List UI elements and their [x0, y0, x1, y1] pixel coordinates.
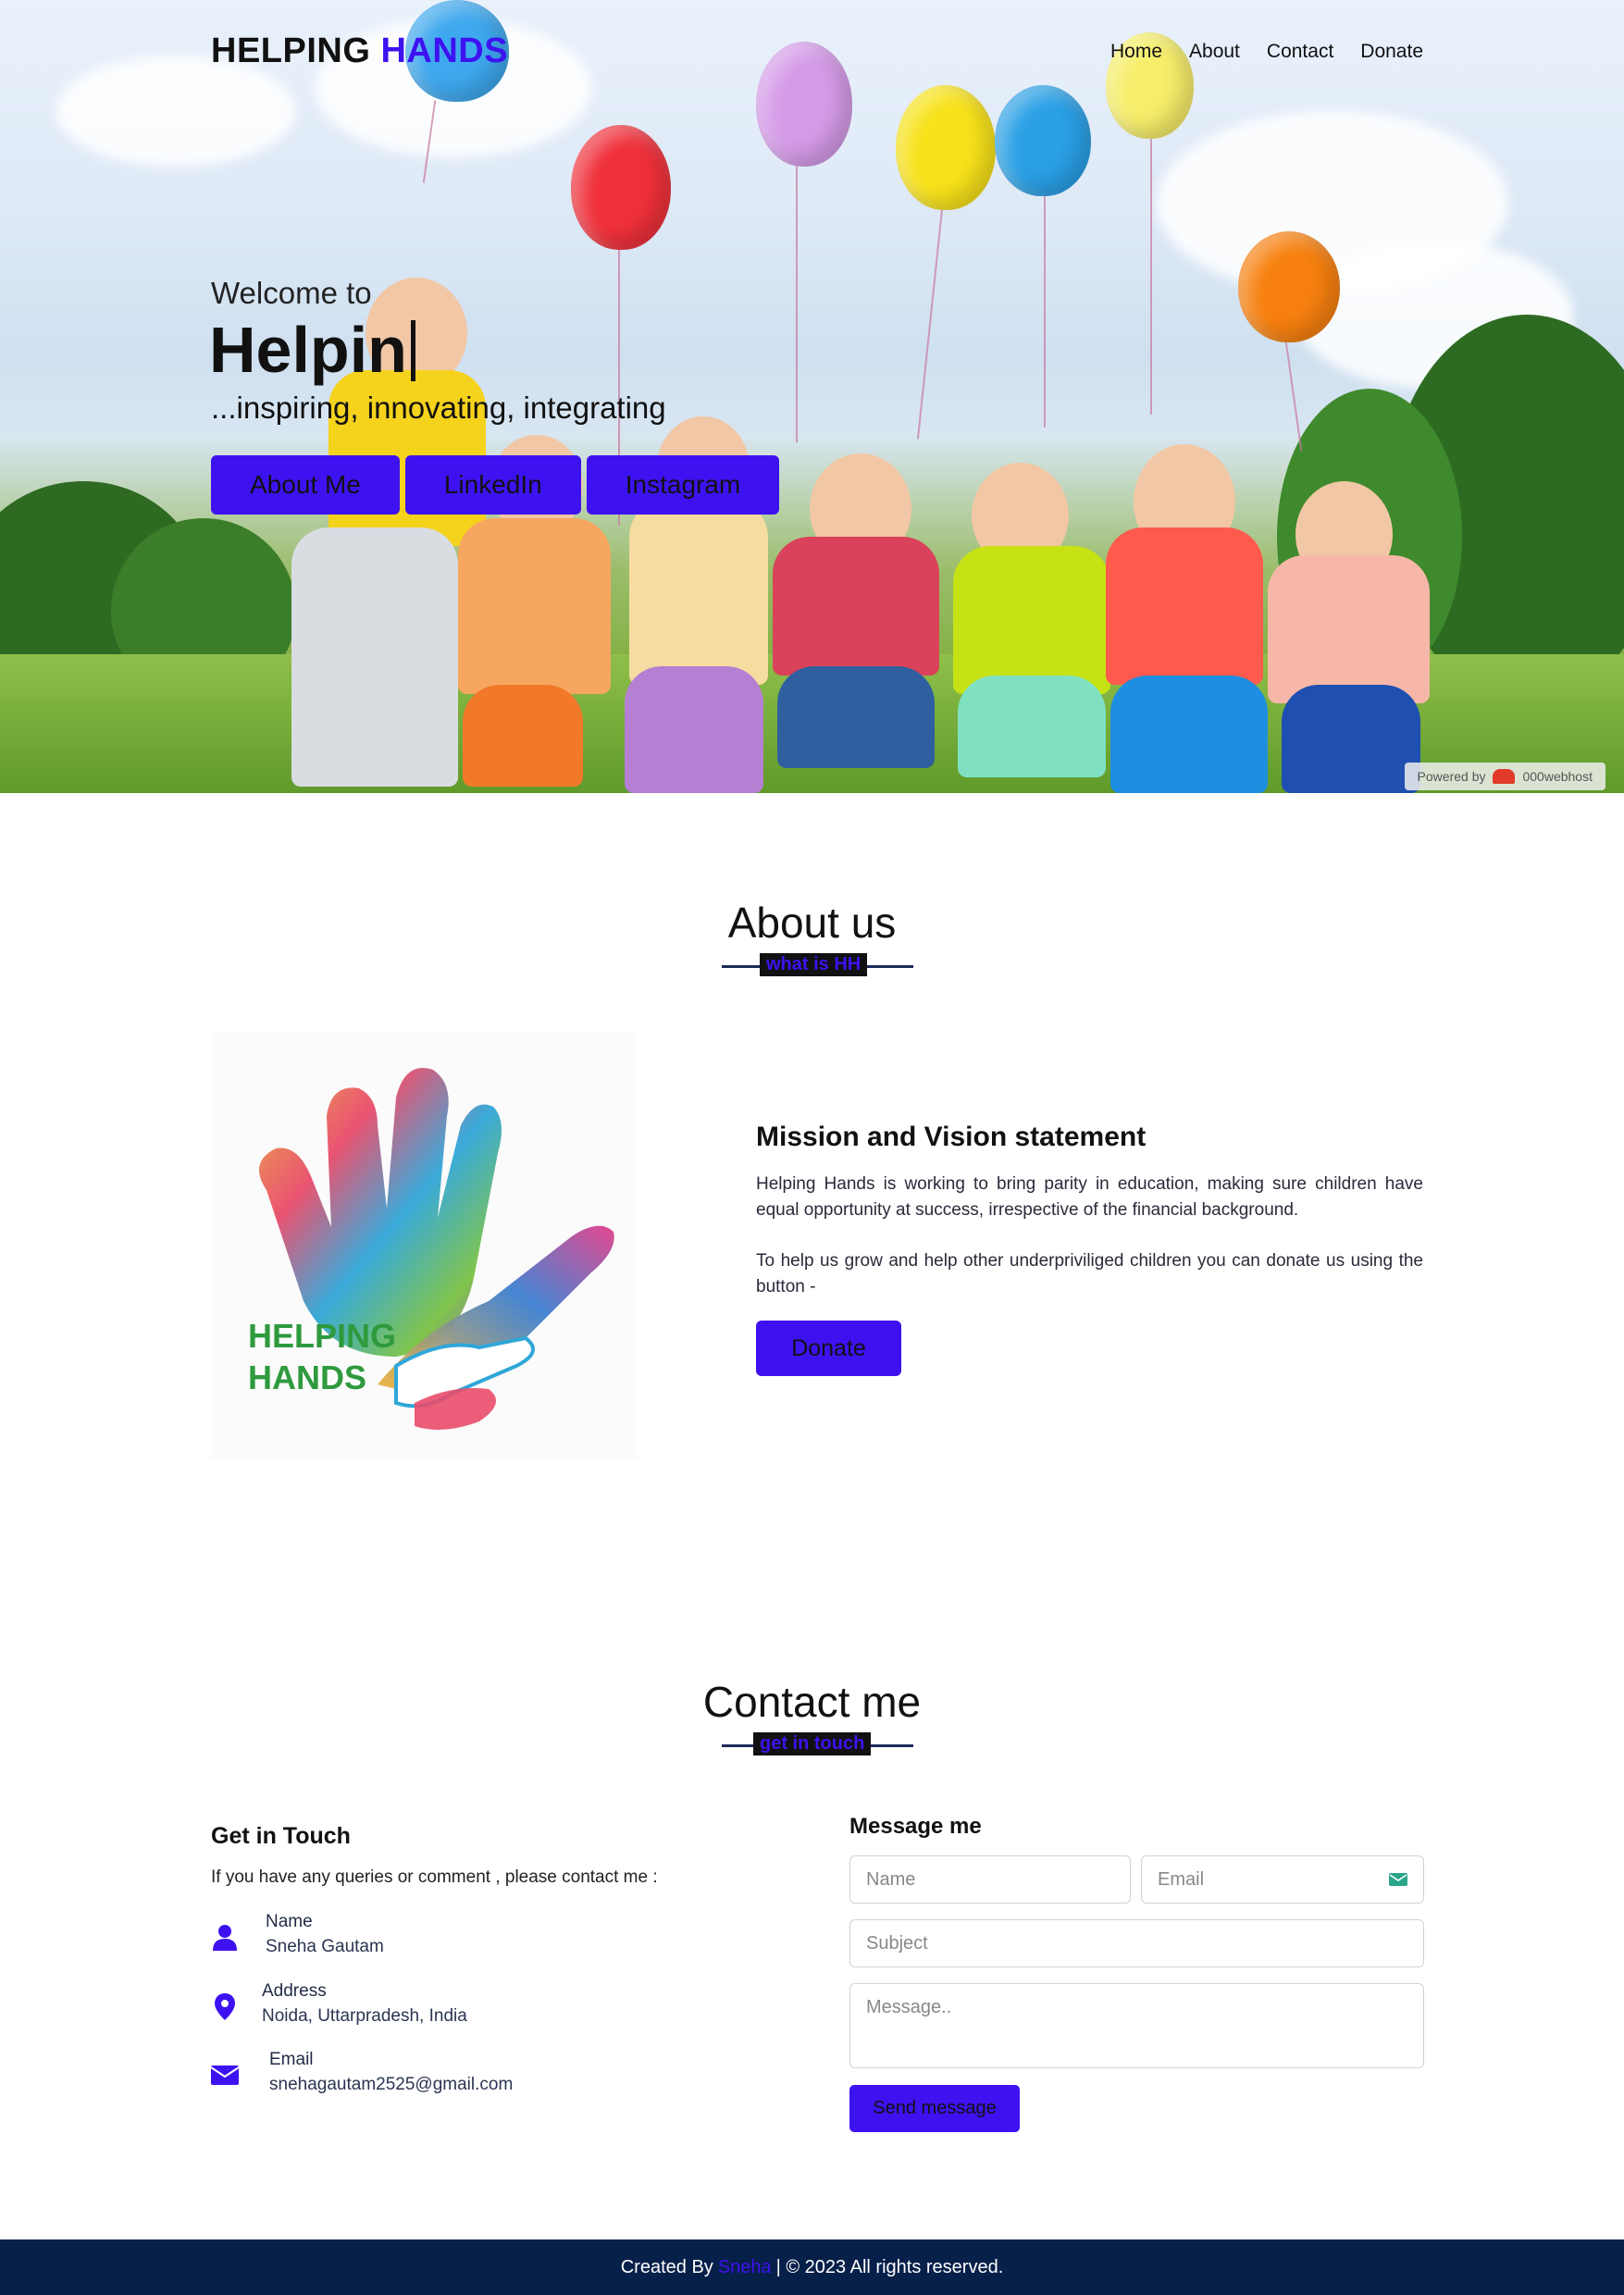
nav-about[interactable]: About — [1189, 41, 1240, 63]
footer: Created By Sneha | © 2023 All rights res… — [0, 2239, 1624, 2295]
send-message-button[interactable]: Send message — [849, 2085, 1020, 2132]
hands-illustration: HELPING HANDS — [248, 1068, 614, 1430]
address-value: Noida, Uttarpradesh, India — [262, 2006, 467, 2026]
name-label: Name — [266, 1912, 313, 1931]
nav-contact[interactable]: Contact — [1267, 41, 1333, 63]
donate-button[interactable]: Donate — [756, 1321, 901, 1376]
powered-by-label: Powered by — [1417, 769, 1486, 784]
helping-hands-logo: HELPING HANDS — [211, 1033, 637, 1458]
mission-paragraph-2: To help us grow and help other underpriv… — [756, 1251, 1423, 1296]
address-label: Address — [262, 1981, 327, 2001]
message-textarea[interactable]: Message.. — [849, 1983, 1424, 2068]
map-pin-icon — [215, 1993, 235, 2020]
email-input-placeholder: Email — [1158, 1868, 1205, 1890]
logo-text-helping: HELPING — [248, 1317, 396, 1355]
email-label: Email — [269, 2050, 314, 2069]
name-input[interactable]: Name — [849, 1855, 1131, 1904]
brand-part1: HELPING — [211, 31, 371, 70]
powered-by-brand: 000webhost — [1522, 769, 1593, 784]
powered-by-badge[interactable]: Powered by 000webhost — [1404, 763, 1605, 790]
contact-intro: If you have any queries or comment , ple… — [211, 1867, 658, 1887]
instagram-button[interactable]: Instagram — [586, 455, 780, 515]
nav-home[interactable]: Home — [1110, 41, 1162, 63]
brand-logo[interactable]: HELPING HANDS — [211, 31, 508, 71]
hero-tagline: ...inspiring, innovating, integrating — [211, 391, 666, 425]
contact-title: Contact me — [702, 1678, 922, 1726]
user-icon — [213, 1925, 237, 1951]
email-value[interactable]: snehagautam2525@gmail.com — [269, 2075, 513, 2095]
logo-text-hands: HANDS — [248, 1358, 366, 1396]
brand-part2: HANDS — [380, 31, 509, 70]
typed-text: Helpin — [209, 314, 407, 386]
welcome-text: Welcome to — [211, 276, 372, 310]
name-value: Sneha Gautam — [266, 1937, 384, 1956]
typed-heading: Helpin — [209, 313, 415, 387]
footer-copyright: | © 2023 All rights reserved. — [775, 2256, 1004, 2277]
envelope-icon — [211, 2066, 239, 2085]
linkedin-button[interactable]: LinkedIn — [404, 455, 581, 515]
message-me-heading: Message me — [849, 1814, 982, 1839]
mission-paragraph-1: Helping Hands is working to bring parity… — [756, 1174, 1423, 1220]
hero-button-group: About Me LinkedIn Instagram — [211, 455, 785, 515]
get-in-touch-heading: Get in Touch — [211, 1823, 351, 1849]
contact-subtitle: get in touch — [753, 1732, 872, 1755]
hero-banner: HELPING HANDS Home About Contact Donate … — [0, 0, 1624, 793]
about-me-button[interactable]: About Me — [211, 455, 400, 515]
mission-heading: Mission and Vision statement — [756, 1122, 1147, 1152]
about-subtitle: what is HH — [760, 953, 868, 976]
footer-author-link[interactable]: Sneha — [718, 2257, 772, 2278]
email-autofill-icon[interactable] — [1389, 1873, 1407, 1886]
about-title: About us — [727, 899, 897, 947]
webhost-logo-icon — [1493, 769, 1516, 784]
subject-input[interactable]: Subject — [849, 1919, 1424, 1967]
nav-donate[interactable]: Donate — [1360, 41, 1423, 63]
typing-cursor — [410, 320, 415, 381]
email-input[interactable]: Email — [1141, 1855, 1424, 1904]
main-nav: Home About Contact Donate — [1084, 41, 1423, 63]
footer-prefix: Created By — [620, 2256, 713, 2277]
